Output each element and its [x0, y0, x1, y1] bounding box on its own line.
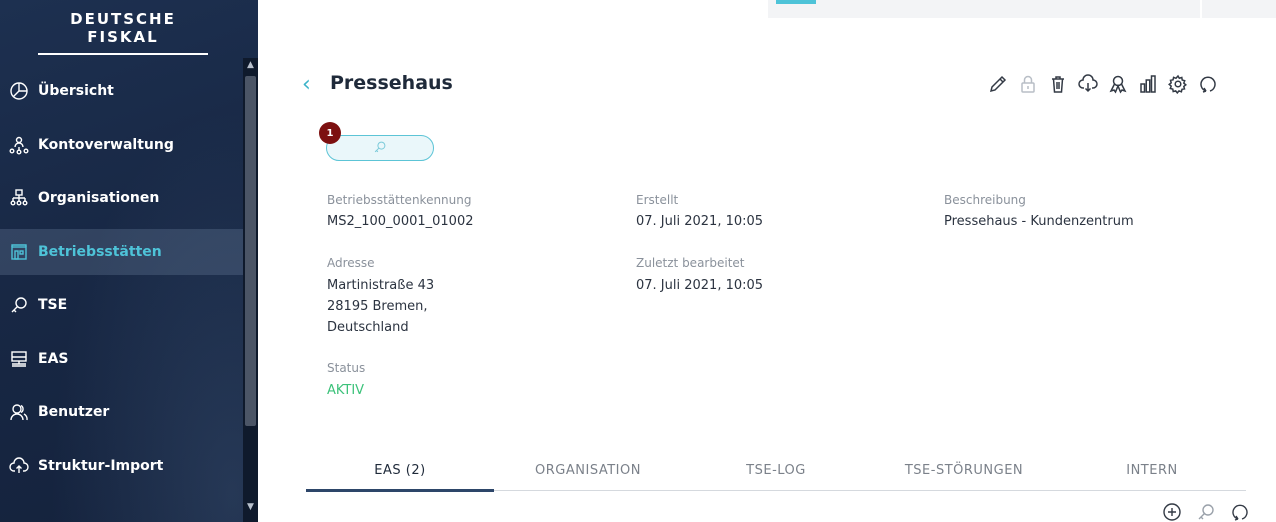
sidebar-item-label: Organisationen	[38, 190, 160, 206]
bearbeitet-label: Zuletzt bearbeitet	[636, 256, 745, 270]
key-icon	[373, 139, 387, 158]
sidebar-item-betriebsstaetten[interactable]: Betriebsstätten	[0, 229, 243, 275]
notification-badge: 1	[319, 122, 341, 144]
adresse-line2: 28195 Bremen,	[327, 299, 428, 314]
refresh-icon[interactable]	[1228, 500, 1252, 522]
kennung-label: Betriebsstättenkennung	[327, 193, 472, 207]
adresse-line1: Martinistraße 43	[327, 278, 435, 293]
sidebar: DEUTSCHE FISKAL Übersicht Kontoverwaltun…	[0, 0, 258, 522]
sidebar-item-organisationen[interactable]: Organisationen	[0, 175, 243, 221]
sidebar-item-tse[interactable]: TSE	[0, 282, 243, 328]
settings-icon[interactable]	[1166, 72, 1190, 96]
scroll-up-icon[interactable]: ▲	[243, 58, 258, 72]
detail-tabs: EAS (2) ORGANISATION TSE-LOG TSE-STÖRUNG…	[306, 459, 1246, 492]
trash-icon[interactable]	[1046, 72, 1070, 96]
adresse-line3: Deutschland	[327, 320, 409, 335]
pie-chart-icon	[8, 80, 30, 102]
beschreibung-label: Beschreibung	[944, 193, 1026, 207]
account-network-icon	[8, 134, 30, 156]
award-icon[interactable]	[1106, 72, 1130, 96]
lock-icon[interactable]	[1016, 72, 1040, 96]
sidebar-item-label: Übersicht	[38, 83, 114, 99]
header-actions	[986, 72, 1220, 96]
tab-eas[interactable]: EAS (2)	[306, 459, 494, 492]
refresh-icon[interactable]	[1196, 72, 1220, 96]
sidebar-item-label: TSE	[38, 297, 68, 313]
key-icon	[8, 294, 30, 316]
cloud-download-icon[interactable]	[1076, 72, 1100, 96]
tab-organisation[interactable]: ORGANISATION	[494, 459, 682, 490]
sidebar-item-label: EAS	[38, 351, 69, 367]
sidebar-item-label: Benutzer	[38, 404, 110, 420]
tab-actions	[1160, 500, 1252, 522]
sidebar-item-uebersicht[interactable]: Übersicht	[0, 68, 243, 114]
tse-key-button[interactable]	[326, 135, 434, 161]
bearbeitet-value: 07. Juli 2021, 10:05	[636, 278, 764, 293]
add-icon[interactable]	[1160, 500, 1184, 522]
sidebar-item-label: Kontoverwaltung	[38, 137, 174, 153]
scrollbar-thumb[interactable]	[245, 76, 256, 426]
computer-icon	[8, 348, 30, 370]
scroll-down-icon[interactable]: ▼	[243, 500, 258, 514]
sidebar-item-label: Struktur-Import	[38, 458, 164, 474]
tab-tse-log[interactable]: TSE-LOG	[682, 459, 870, 490]
org-chart-icon	[8, 187, 30, 209]
back-chevron-icon[interactable]: ‹	[302, 74, 311, 96]
status-value: AKTIV	[327, 383, 365, 398]
edit-icon[interactable]	[986, 72, 1010, 96]
cloud-upload-icon	[8, 455, 30, 477]
key-icon[interactable]	[1194, 500, 1218, 522]
page-title: Pressehaus	[330, 72, 453, 94]
beschreibung-value: Pressehaus - Kundenzentrum	[944, 214, 1134, 229]
top-bar-accent	[776, 0, 816, 4]
users-icon	[8, 401, 30, 423]
top-bar-divider	[1200, 0, 1202, 18]
erstellt-value: 07. Juli 2021, 10:05	[636, 214, 764, 229]
erstellt-label: Erstellt	[636, 193, 679, 207]
tab-tse-stoerungen[interactable]: TSE-STÖRUNGEN	[870, 459, 1058, 490]
top-bar	[768, 0, 1276, 18]
status-label: Status	[327, 361, 366, 375]
sidebar-item-struktur-import[interactable]: Struktur-Import	[0, 443, 243, 489]
chart-icon[interactable]	[1136, 72, 1160, 96]
sidebar-item-benutzer[interactable]: Benutzer	[0, 389, 243, 435]
sidebar-item-eas[interactable]: EAS	[0, 336, 243, 382]
adresse-label: Adresse	[327, 256, 375, 270]
sidebar-item-kontoverwaltung[interactable]: Kontoverwaltung	[0, 122, 243, 168]
brand-logo: DEUTSCHE FISKAL	[38, 10, 208, 55]
building-icon	[8, 241, 30, 263]
tab-intern[interactable]: INTERN	[1058, 459, 1246, 490]
sidebar-scrollbar[interactable]: ▲ ▼	[243, 58, 258, 522]
sidebar-item-label: Betriebsstätten	[38, 244, 162, 260]
kennung-value: MS2_100_0001_01002	[327, 214, 474, 229]
